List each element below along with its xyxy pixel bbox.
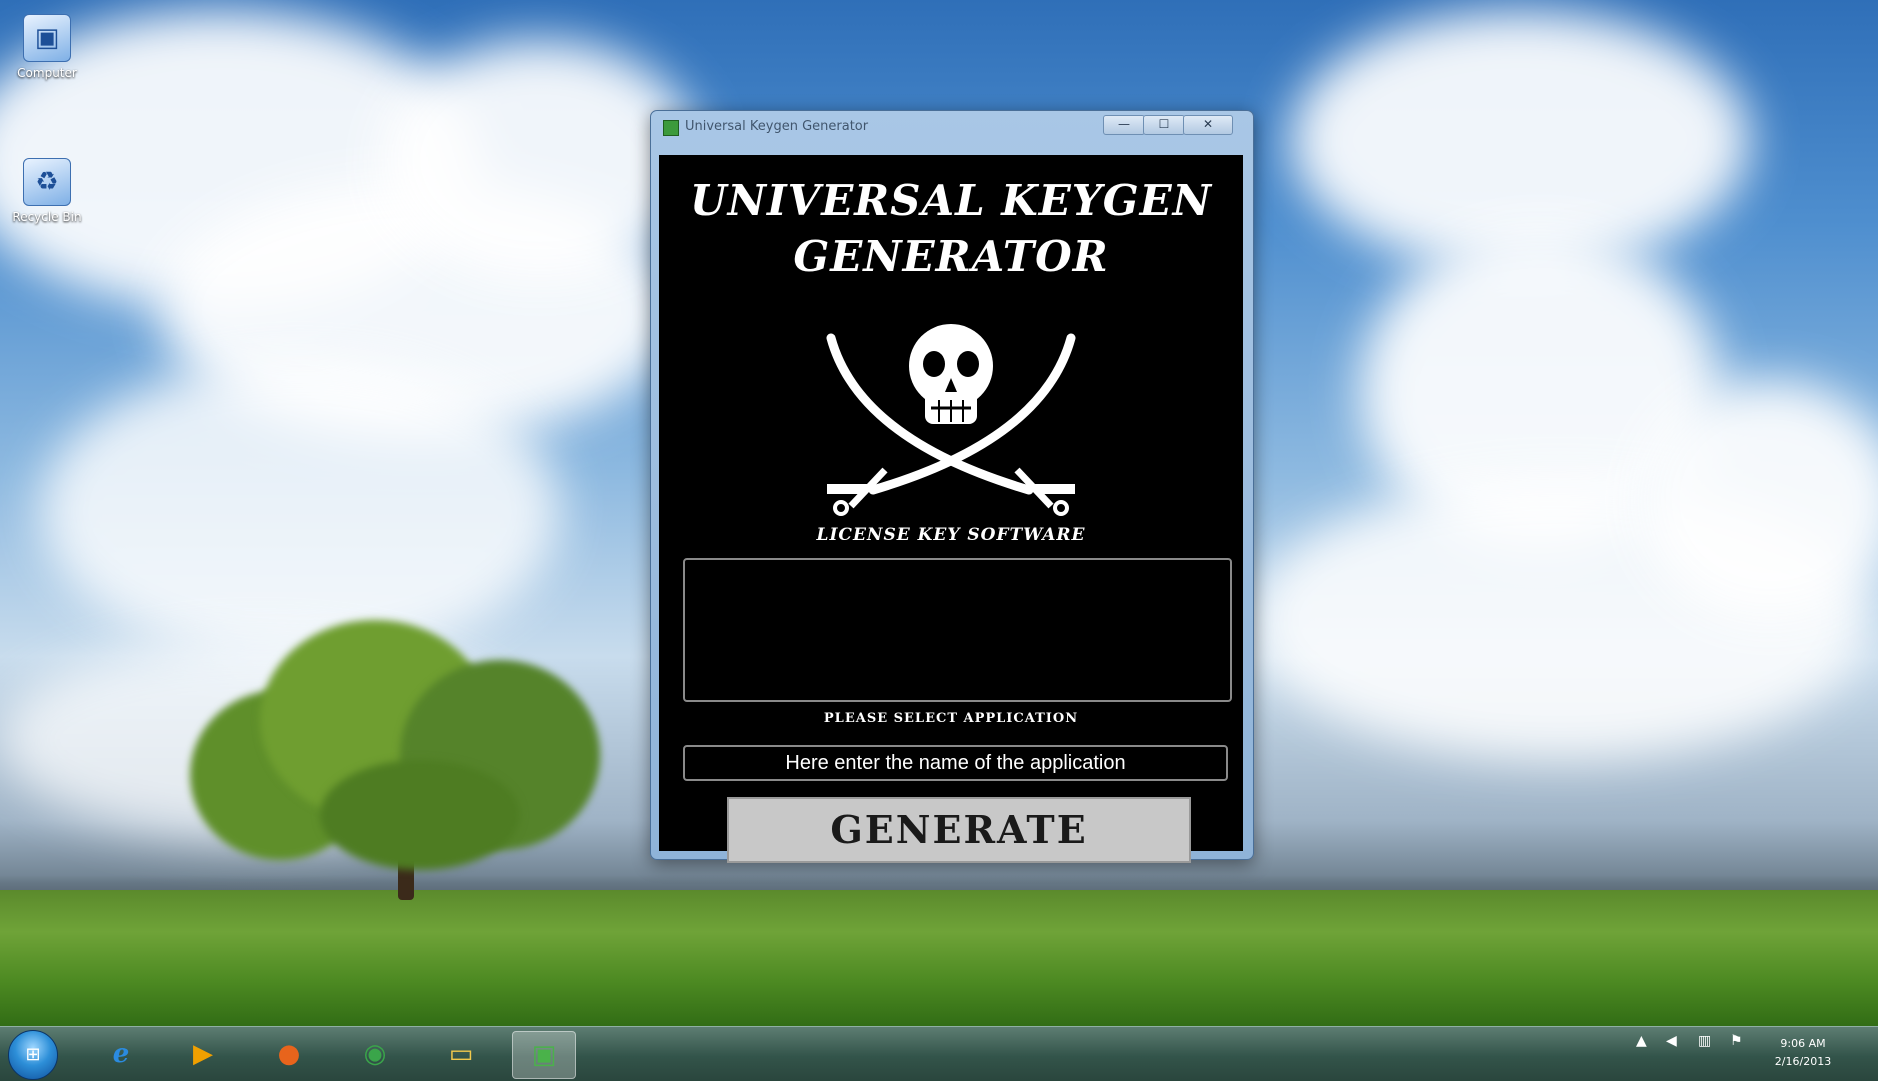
network-icon[interactable]: ▥ [1698,1033,1711,1049]
application-name-input[interactable]: Here enter the name of the application [683,745,1228,781]
taskbar-keygen-app[interactable]: ▣ [512,1031,576,1079]
app-subtitle: LICENSE KEY SOFTWARE [816,525,1086,545]
start-button[interactable]: ⊞ [8,1030,58,1080]
minimize-button[interactable]: — [1103,115,1145,135]
internet-explorer-icon: e [112,1039,130,1069]
firefox-icon: ● [277,1039,301,1069]
taskbar-media-player[interactable]: ▶ [172,1031,234,1077]
taskbar: ⊞ e ▶ ● ◉ ▭ ▣ ▲ ◀ ▥ ⚑ 9:06 AM 2/16/2013 [0,1026,1878,1081]
media-player-icon: ▶ [193,1039,213,1069]
recycle-bin-icon: ♻ [23,158,71,206]
tree-foliage [320,760,520,870]
computer-icon: ▣ [23,14,71,62]
close-button[interactable]: ✕ [1183,115,1233,135]
taskbar-firefox[interactable]: ● [258,1031,320,1077]
app-title-line2: GENERATOR [793,232,1109,281]
show-hidden-icons-chevron-icon[interactable]: ▲ [1636,1033,1647,1049]
desktop-icon-recycle-bin[interactable]: ♻ Recycle Bin [2,158,92,224]
action-center-flag-icon[interactable]: ⚑ [1730,1033,1743,1049]
speaker-icon[interactable]: ◀ [1666,1033,1677,1049]
grass-field [0,890,1878,1026]
taskbar-chrome[interactable]: ◉ [344,1031,406,1077]
app-title-line1: UNIVERSAL KEYGEN [689,176,1212,225]
file-explorer-icon: ▭ [448,1039,474,1069]
taskbar-file-explorer[interactable]: ▭ [430,1031,492,1077]
window-client-area: UNIVERSAL KEYGEN GENERATOR LICENSE KEY S… [659,155,1243,863]
window-titlebar[interactable]: Universal Keygen Generator — ☐ ✕ [651,111,1253,141]
window-title: Universal Keygen Generator [685,119,869,134]
taskbar-internet-explorer[interactable]: e [90,1031,152,1077]
generate-button[interactable]: GENERATE [727,797,1191,863]
desktop-icon-label: Recycle Bin [12,210,82,224]
clock-date: 2/16/2013 [1774,1055,1832,1068]
skull-crossed-swords-icon [826,324,1076,516]
keygen-app-icon: ▣ [531,1040,557,1070]
desktop-icon-label: Computer [17,66,77,80]
taskbar-clock[interactable]: 9:06 AM 2/16/2013 [1768,1035,1838,1071]
select-application-label: PLEASE SELECT APPLICATION [823,711,1079,726]
keygen-window: Universal Keygen Generator — ☐ ✕ UNIVERS… [650,110,1254,863]
license-key-output[interactable] [683,558,1232,702]
clock-time: 9:06 AM [1780,1037,1826,1050]
maximize-button[interactable]: ☐ [1143,115,1185,135]
chrome-icon: ◉ [363,1039,387,1069]
cloud [40,360,560,660]
app-icon [663,120,679,136]
app-title: UNIVERSAL KEYGEN GENERATOR [659,173,1243,285]
desktop-icon-computer[interactable]: ▣ Computer [2,14,92,80]
